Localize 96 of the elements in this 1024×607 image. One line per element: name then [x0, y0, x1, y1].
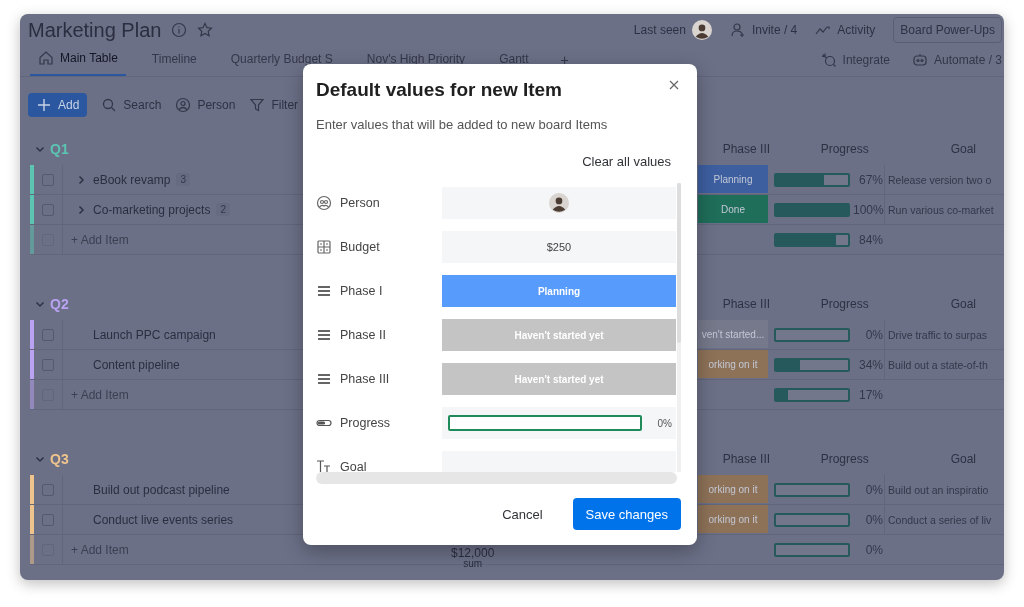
- home-icon: [38, 50, 54, 66]
- row-checkbox[interactable]: [42, 328, 54, 341]
- search-link[interactable]: Search: [123, 98, 162, 112]
- text-icon: [316, 459, 332, 472]
- plus-icon: [36, 97, 52, 113]
- row-checkbox[interactable]: [42, 358, 54, 371]
- field-label: Phase III: [340, 372, 390, 386]
- sum-value: $12,000: [451, 546, 495, 559]
- group-title: Q3: [50, 451, 69, 467]
- scrollbar-thumb[interactable]: [677, 183, 681, 343]
- group-title: Q1: [50, 141, 69, 157]
- row-checkbox[interactable]: [42, 483, 54, 496]
- board-title: Marketing Plan: [28, 18, 162, 42]
- column-header: Progress: [819, 142, 870, 156]
- field-label: Phase I: [340, 284, 383, 298]
- field-label: Budget: [340, 240, 380, 254]
- status-cell[interactable]: orking on it: [698, 350, 768, 379]
- sum-label: sum: [463, 558, 483, 569]
- close-button[interactable]: [667, 78, 681, 92]
- cancel-button[interactable]: Cancel: [496, 505, 549, 523]
- progress-percent: 0%: [657, 417, 672, 429]
- automate-link[interactable]: Automate / 3: [933, 53, 1002, 67]
- column-header: Phase III: [721, 452, 772, 466]
- column-header: Goal: [949, 142, 977, 156]
- row-checkbox[interactable]: [42, 513, 54, 526]
- invite-link[interactable]: Invite / 4: [751, 23, 798, 37]
- status-cell[interactable]: orking on it: [698, 505, 768, 534]
- progress-percent: 0%: [864, 327, 883, 342]
- field-label: Person: [340, 196, 380, 210]
- group-title: Q2: [50, 296, 69, 312]
- row-checkbox[interactable]: [42, 173, 54, 186]
- person-icon: [316, 195, 332, 211]
- menu-icon: [316, 371, 332, 387]
- numbers-icon: [316, 239, 332, 255]
- field-label: Goal: [340, 460, 367, 472]
- column-header: Progress: [819, 297, 870, 311]
- budget-field[interactable]: $250: [442, 231, 676, 263]
- clear-values-button[interactable]: Clear all values: [582, 154, 671, 169]
- progress-field[interactable]: 0%: [442, 407, 676, 439]
- progress-percent: 17%: [857, 387, 883, 402]
- progress-percent: 34%: [857, 357, 883, 372]
- last-seen-label: Last seen: [633, 23, 686, 37]
- item-name[interactable]: Build out podcast pipeline: [93, 482, 230, 497]
- filter-link[interactable]: Filter: [271, 98, 299, 112]
- status-field[interactable]: Planning: [442, 275, 676, 307]
- power-ups-button[interactable]: Board Power-Ups: [893, 17, 1002, 43]
- progress-percent: 0%: [864, 542, 883, 557]
- star-icon[interactable]: [197, 22, 214, 38]
- column-header: Goal: [949, 452, 977, 466]
- goal-cell: Release version two o: [888, 173, 992, 186]
- item-name[interactable]: Co-marketing projects: [93, 202, 211, 217]
- field-label: Phase II: [340, 328, 386, 342]
- progress-percent: 84%: [857, 232, 883, 247]
- status-cell[interactable]: Planning: [698, 165, 768, 194]
- avatar-icon: [691, 20, 712, 40]
- view-tab[interactable]: Timeline: [143, 52, 205, 76]
- person-icon[interactable]: [175, 97, 192, 113]
- status-cell[interactable]: Done: [698, 195, 768, 224]
- status-cell[interactable]: orking on it: [698, 475, 768, 504]
- progress-percent: 67%: [857, 172, 883, 187]
- menu-icon: [316, 283, 332, 299]
- avatar-icon: [549, 193, 569, 213]
- column-header: Goal: [949, 297, 977, 311]
- status-cell[interactable]: ven't started...: [698, 320, 768, 349]
- view-tab[interactable]: Main Table: [30, 50, 126, 76]
- save-button[interactable]: Save changes: [572, 498, 681, 530]
- integrate-link[interactable]: Integrate: [842, 53, 890, 67]
- robot-icon[interactable]: [911, 52, 928, 68]
- item-name[interactable]: Content pipeline: [93, 357, 180, 372]
- progress-percent: 0%: [864, 512, 883, 527]
- search-icon[interactable]: [101, 97, 118, 113]
- progress-percent: 100%: [853, 202, 883, 217]
- person-filter-link[interactable]: Person: [197, 98, 236, 112]
- add-button[interactable]: Add: [28, 93, 88, 117]
- person-field[interactable]: [442, 187, 676, 219]
- item-name[interactable]: Launch PPC campaign: [93, 327, 216, 342]
- status-field[interactable]: Haven't started yet: [442, 363, 676, 395]
- status-field[interactable]: Haven't started yet: [442, 319, 676, 351]
- menu-icon: [316, 327, 332, 343]
- invite-icon[interactable]: [729, 22, 746, 38]
- plug-icon[interactable]: [820, 52, 837, 68]
- horizontal-scrollbar[interactable]: [316, 472, 677, 484]
- field-label: Progress: [340, 416, 391, 430]
- activity-link[interactable]: Activity: [837, 23, 876, 37]
- item-name[interactable]: Conduct live events series: [93, 512, 234, 527]
- info-icon[interactable]: [171, 22, 188, 38]
- goal-cell: Run various co-market: [888, 203, 994, 216]
- column-header: Phase III: [721, 142, 772, 156]
- dialog-title: Default values for new Item: [316, 78, 563, 101]
- dialog-subtitle: Enter values that will be added to new board Items: [316, 117, 609, 132]
- progress-percent: 0%: [864, 482, 883, 497]
- filter-icon[interactable]: [249, 97, 266, 113]
- column-header: Phase III: [721, 297, 772, 311]
- column-header: Progress: [819, 452, 870, 466]
- row-checkbox[interactable]: [42, 203, 54, 216]
- item-name[interactable]: eBook revamp: [93, 172, 171, 187]
